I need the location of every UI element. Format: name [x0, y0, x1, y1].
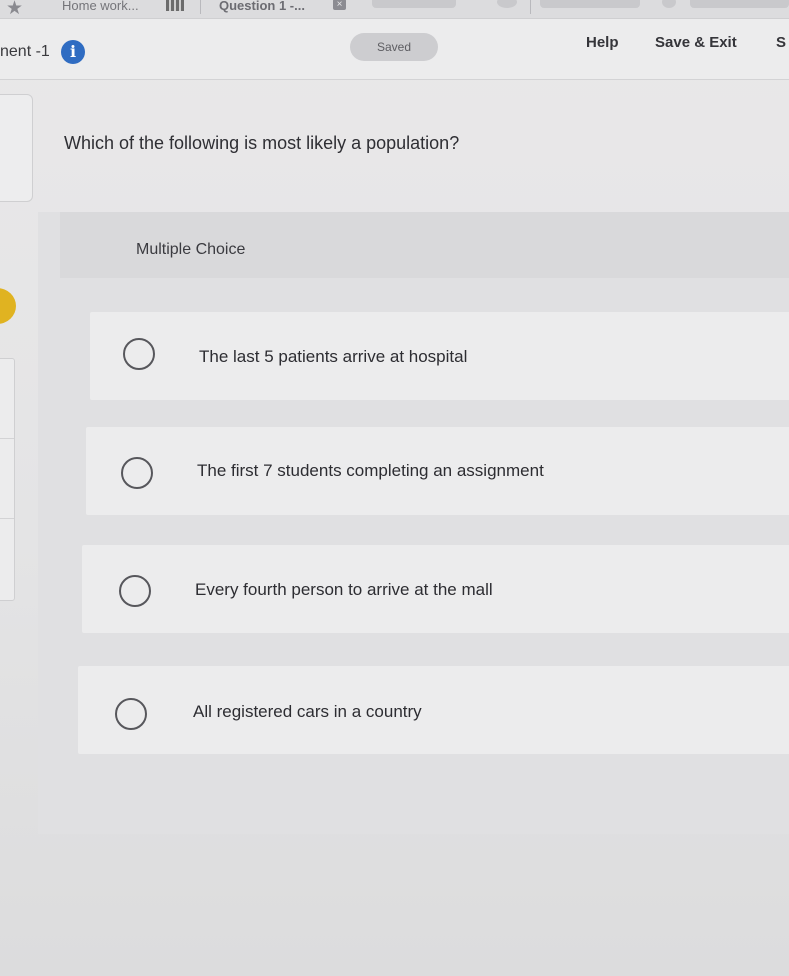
submit-button[interactable]: S: [776, 34, 786, 51]
tab-home-work[interactable]: Home work...: [62, 0, 139, 13]
tab-blurred-title[interactable]: [690, 0, 789, 8]
tab-blurred-title[interactable]: [372, 0, 456, 8]
radio-button[interactable]: [123, 338, 155, 370]
save-exit-button[interactable]: Save & Exit: [655, 34, 737, 51]
answer-option-label: Every fourth person to arrive at the mal…: [195, 580, 493, 599]
question-prompt: Which of the following is most likely a …: [64, 133, 460, 153]
question-type-header: Multiple Choice: [60, 212, 789, 278]
radio-button[interactable]: [121, 457, 153, 489]
answer-option-2[interactable]: The first 7 students completing an assig…: [86, 427, 789, 515]
answer-option-label: The first 7 students completing an assig…: [197, 461, 544, 480]
answer-option-3[interactable]: Every fourth person to arrive at the mal…: [82, 545, 789, 633]
question-nav-panel[interactable]: [0, 94, 33, 202]
list-divider: [0, 518, 14, 519]
tab-divider: [200, 0, 201, 14]
bookmark-star-icon[interactable]: ★: [6, 0, 23, 20]
radio-button[interactable]: [119, 575, 151, 607]
saved-status-badge: Saved: [350, 33, 438, 61]
answer-option-label: All registered cars in a country: [193, 702, 422, 721]
question-list-panel[interactable]: [0, 358, 15, 601]
question-status-dot: [0, 288, 16, 324]
answer-option-4[interactable]: All registered cars in a country: [78, 666, 789, 754]
answer-option-label: The last 5 patients arrive at hospital: [199, 347, 468, 366]
radio-button[interactable]: [115, 698, 147, 730]
answer-option-1[interactable]: The last 5 patients arrive at hospital: [90, 312, 789, 400]
list-divider: [0, 438, 14, 439]
tab-blurred-title[interactable]: [540, 0, 640, 8]
tab-divider: [530, 0, 531, 14]
info-icon[interactable]: i: [61, 40, 85, 64]
question-type-label: Multiple Choice: [136, 241, 246, 258]
tab-favicon-icon: [166, 0, 184, 11]
browser-tab-strip: ★ Home work... Question 1 -... ×: [0, 0, 789, 19]
multiple-choice-panel: Multiple Choice The last 5 patients arri…: [38, 212, 789, 834]
tab-close-icon[interactable]: ×: [333, 0, 346, 10]
assignment-header: nent -1 i Saved Help Save & Exit S: [0, 19, 789, 80]
tab-favicon-icon: [662, 0, 676, 8]
tab-favicon-icon: [497, 0, 517, 8]
help-button[interactable]: Help: [586, 34, 619, 51]
assignment-title: nent -1: [0, 43, 50, 60]
tab-question[interactable]: Question 1 -...: [219, 0, 305, 13]
